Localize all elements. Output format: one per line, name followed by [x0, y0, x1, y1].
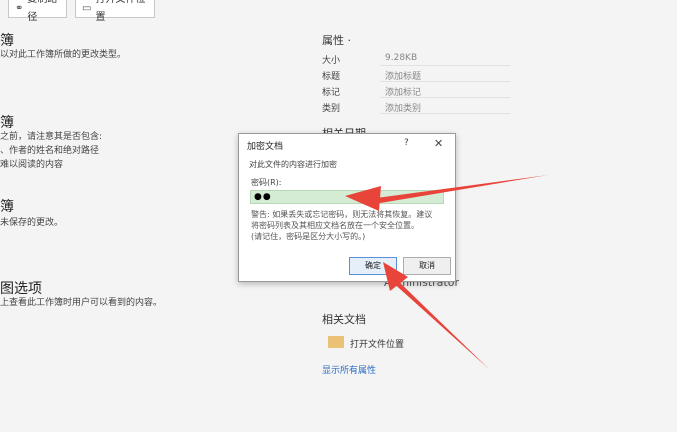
arrow-to-ok-button	[383, 262, 489, 369]
annotation-arrows	[345, 175, 548, 369]
arrow-to-password	[345, 175, 548, 211]
